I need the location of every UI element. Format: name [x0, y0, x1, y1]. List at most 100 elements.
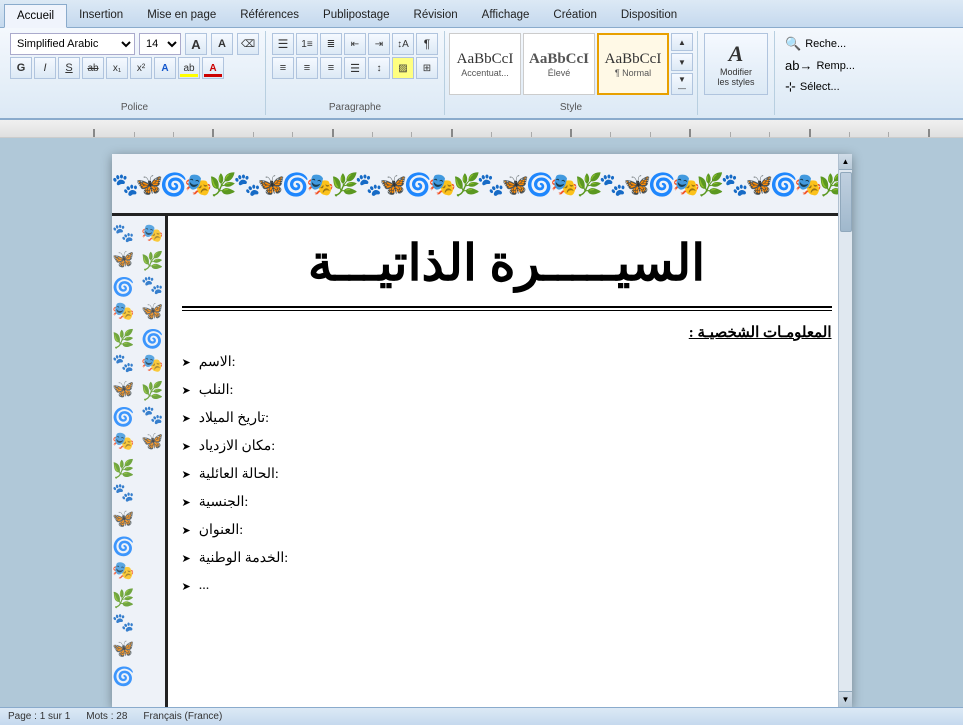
text-effects-button[interactable]: A	[154, 57, 176, 79]
font-color-button[interactable]: A	[202, 57, 224, 79]
increase-indent-button[interactable]: ⇥	[368, 33, 390, 55]
style-label: Style	[445, 102, 697, 113]
modifier-group: A Modifier les styles	[698, 31, 775, 115]
style-normal[interactable]: AaBbCcI ¶ Normal	[597, 33, 669, 95]
font-shrink-button[interactable]: A	[211, 33, 233, 55]
style-more-button[interactable]: ▼—	[671, 73, 693, 95]
main-area: 🐾🦋🌀🎭🌿🐾🦋🌀🎭🌿🐾🦋🌀🎭🌿🐾🦋🌀🎭🌿🐾🦋🌀🎭🌿🐾🦋🌀🎭🌿🐾🦋🌀 🐾🦋🌀🎭🌿🐾…	[0, 138, 963, 707]
bullets-button[interactable]: ☰	[272, 33, 294, 55]
show-formatting-button[interactable]: ¶	[416, 33, 438, 55]
subscript-button[interactable]: x₁	[106, 57, 128, 79]
shading-button[interactable]: ▨	[392, 57, 414, 79]
strikethrough-button[interactable]: ab	[82, 57, 104, 79]
recherche-item[interactable]: 🔍 Reche...	[781, 33, 859, 55]
field-colon-3: :	[265, 411, 269, 427]
field-label-6: الجنسية	[199, 494, 245, 511]
arrow-9: ➤	[182, 580, 191, 593]
arrow-6: ➤	[182, 496, 191, 509]
page-info: Page : 1 sur 1	[8, 711, 70, 722]
borders-button[interactable]: ⊞	[416, 57, 438, 79]
field-address: : العنوان ➤	[182, 522, 832, 539]
line-spacing-button[interactable]: ↕	[368, 57, 390, 79]
highlight-color-button[interactable]: ab	[178, 57, 200, 79]
font-name-select[interactable]: Simplified Arabic	[10, 33, 135, 55]
field-colon-5: :	[275, 467, 279, 483]
status-bar: Page : 1 sur 1 Mots : 28 Français (Franc…	[0, 707, 963, 725]
tab-accueil[interactable]: Accueil	[4, 4, 67, 28]
arrow-1: ➤	[182, 356, 191, 369]
arrow-7: ➤	[182, 524, 191, 537]
scroll-down-button[interactable]: ▼	[839, 691, 852, 707]
style-accentuat-label: Accentuat...	[461, 68, 509, 78]
select-icon: ⊹	[785, 79, 796, 95]
field-label-3: تاريخ الميلاد	[199, 410, 265, 427]
field-name: : الاسم ➤	[182, 354, 832, 371]
field-label-2: النلب	[199, 382, 230, 399]
recherche-label: Reche...	[805, 38, 846, 50]
field-label-7: العنوان	[199, 522, 240, 539]
selectionner-label: Sélect...	[800, 81, 840, 93]
tab-publipostage[interactable]: Publipostage	[311, 3, 402, 27]
scroll-up-button[interactable]: ▲	[839, 154, 852, 170]
font-size-select[interactable]: 14	[139, 33, 181, 55]
underline-button[interactable]: S	[58, 57, 80, 79]
tab-revision[interactable]: Révision	[402, 3, 470, 27]
scroll-thumb[interactable]	[840, 172, 852, 232]
tab-insertion[interactable]: Insertion	[67, 3, 135, 27]
field-colon-8: :	[284, 551, 288, 567]
decrease-indent-button[interactable]: ⇤	[344, 33, 366, 55]
modify-label: Modifier les styles	[717, 67, 754, 87]
word-count: Mots : 28	[86, 711, 127, 722]
remplacer-item[interactable]: ab→ Remp...	[781, 55, 859, 76]
field-marital-status: : الحالة العائلية ➤	[182, 466, 832, 483]
top-border-pattern: 🐾🦋🌀🎭🌿🐾🦋🌀🎭🌿🐾🦋🌀🎭🌿🐾🦋🌀🎭🌿🐾🦋🌀🎭🌿🐾🦋🌀🎭🌿🐾🦋🌀	[112, 168, 852, 198]
field-label-9: ...	[199, 578, 210, 594]
tab-affichage[interactable]: Affichage	[470, 3, 542, 27]
left-border: 🐾🦋🌀🎭🌿🐾🦋🌀🎭🌿🐾🦋🌀🎭🌿🐾🦋🌀🎭🌿🐾🦋🌀🎭🌿🐾🦋	[112, 216, 168, 707]
arrow-4: ➤	[182, 440, 191, 453]
style-normal-label: ¶ Normal	[615, 68, 651, 78]
arrow-5: ➤	[182, 468, 191, 481]
field-extra: ... ➤	[182, 578, 832, 594]
scrollbar-vertical[interactable]: ▲ ▼	[838, 154, 852, 707]
modify-styles-button[interactable]: A Modifier les styles	[704, 33, 768, 95]
title-divider-top	[182, 306, 832, 308]
sort-button[interactable]: ↕A	[392, 33, 414, 55]
style-accentuat-text: AaBbCcI	[457, 51, 514, 68]
arrow-3: ➤	[182, 412, 191, 425]
style-accentuat[interactable]: AaBbCcI Accentuat...	[449, 33, 521, 95]
italic-button[interactable]: I	[34, 57, 56, 79]
superscript-button[interactable]: x²	[130, 57, 152, 79]
tab-references[interactable]: Références	[228, 3, 311, 27]
field-label-1: الاسم	[199, 354, 232, 371]
style-eleve[interactable]: AaBbCcI Élevé	[523, 33, 595, 95]
ruler	[0, 120, 963, 138]
tab-disposition[interactable]: Disposition	[609, 3, 689, 27]
bold-button[interactable]: G	[10, 57, 32, 79]
top-border: 🐾🦋🌀🎭🌿🐾🦋🌀🎭🌿🐾🦋🌀🎭🌿🐾🦋🌀🎭🌿🐾🦋🌀🎭🌿🐾🦋🌀🎭🌿🐾🦋🌀	[112, 154, 852, 216]
recherche-group: 🔍 Reche... ab→ Remp... ⊹ Sélect...	[775, 31, 865, 115]
field-birthdate: : تاريخ الميلاد ➤	[182, 410, 832, 427]
tab-mise-en-page[interactable]: Mise en page	[135, 3, 228, 27]
numbering-button[interactable]: 1≡	[296, 33, 318, 55]
align-left-button[interactable]: ≡	[272, 57, 294, 79]
font-grow-button[interactable]: A	[185, 33, 207, 55]
remplacer-label: Remp...	[816, 60, 855, 72]
tab-creation[interactable]: Création	[541, 3, 608, 27]
field-nlb: : النلب ➤	[182, 382, 832, 399]
field-label-5: الحالة العائلية	[199, 466, 275, 483]
justify-button[interactable]: ☰	[344, 57, 366, 79]
style-up-button[interactable]: ▲	[671, 33, 693, 51]
style-eleve-text: AaBbCcI	[529, 51, 589, 68]
multilevel-button[interactable]: ≣	[320, 33, 342, 55]
clear-format-button[interactable]: ⌫	[237, 33, 259, 55]
language: Français (France)	[143, 711, 222, 722]
field-label-4: مكان الازدياد	[199, 438, 272, 455]
style-down-button[interactable]: ▼	[671, 53, 693, 71]
left-border-pattern: 🐾🦋🌀🎭🌿🐾🦋🌀🎭🌿🐾🦋🌀🎭🌿🐾🦋🌀🎭🌿🐾🦋🌀🎭🌿🐾🦋	[112, 224, 167, 707]
align-right-button[interactable]: ≡	[320, 57, 342, 79]
selectionner-item[interactable]: ⊹ Sélect...	[781, 76, 859, 98]
align-center-button[interactable]: ≡	[296, 57, 318, 79]
document-title: السيـــــرة الذاتيـــة	[182, 216, 832, 304]
modify-icon: A	[729, 41, 744, 67]
